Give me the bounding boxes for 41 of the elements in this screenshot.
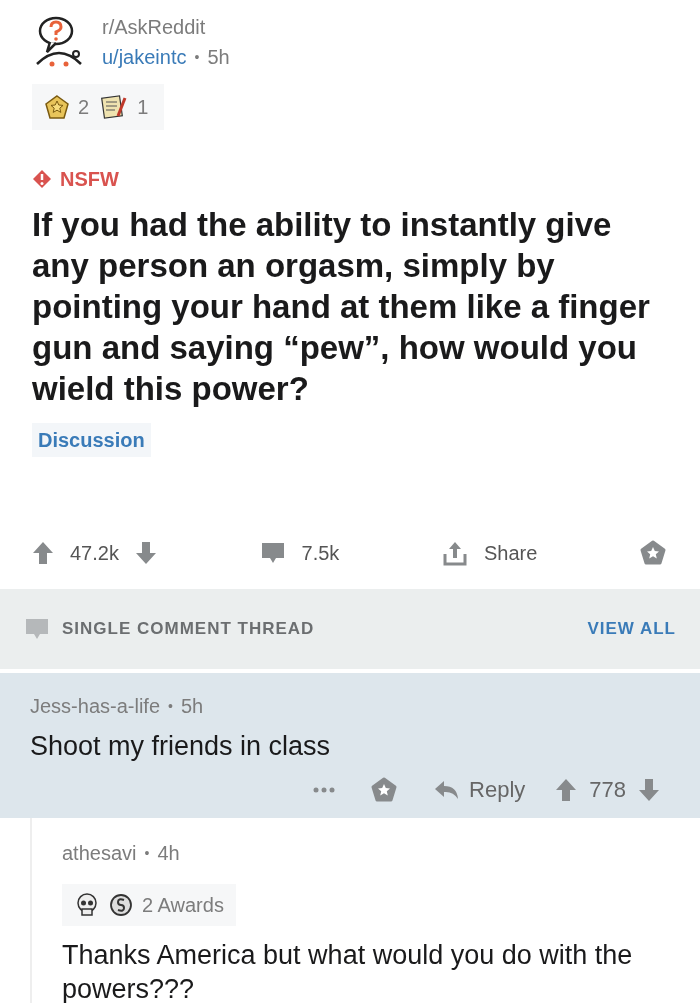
separator-dot: • xyxy=(144,843,150,863)
award-icon[interactable] xyxy=(371,776,398,803)
post-age: 4h xyxy=(157,841,180,866)
separator-dot: • xyxy=(168,696,173,716)
more-options-icon[interactable] xyxy=(313,786,336,793)
award-count: 1 xyxy=(137,95,149,120)
downvote-icon[interactable] xyxy=(134,541,157,565)
subreddit-name[interactable]: r/AskReddit xyxy=(102,12,230,42)
skull-icon xyxy=(74,892,100,918)
upvote-icon[interactable] xyxy=(555,777,578,802)
comment-score: 778 xyxy=(589,776,626,804)
upvote-icon[interactable] xyxy=(32,541,54,565)
reply-button[interactable]: Reply xyxy=(433,773,526,806)
awards-bar[interactable]: 2 1 xyxy=(32,84,165,130)
comment-text: Shoot my friends in class xyxy=(30,730,332,763)
thread-label: SINGLE COMMENT THREAD xyxy=(62,618,315,641)
comment-count: 7.5k xyxy=(301,541,340,566)
flair-tag[interactable]: Discussion xyxy=(32,423,151,457)
comment-icon[interactable] xyxy=(259,541,286,565)
username[interactable]: u/jakeintc xyxy=(102,42,187,72)
award-count: 2 xyxy=(78,95,90,120)
share-button[interactable]: Share xyxy=(442,538,538,568)
comment-text: Thanks America but what would you do with the powers??? xyxy=(62,939,634,1003)
separator-dot: • xyxy=(194,47,200,67)
username[interactable]: athesavi xyxy=(62,838,137,868)
post-age: 5h xyxy=(180,694,204,719)
comment-icon xyxy=(24,617,50,641)
nsfw-label: NSFW xyxy=(60,167,119,192)
coin-icon xyxy=(108,892,134,918)
view-all-link[interactable]: VIEW ALL xyxy=(587,616,676,642)
award-icon[interactable] xyxy=(640,540,666,566)
post-age: 5h xyxy=(207,45,230,70)
awards-count: 2 Awards xyxy=(142,893,224,918)
awards-bar[interactable]: 2 Awards xyxy=(62,884,236,926)
star-badge-icon xyxy=(44,94,70,120)
warning-icon xyxy=(32,169,52,189)
downvote-icon[interactable] xyxy=(638,777,660,802)
share-icon xyxy=(442,540,468,566)
vote-score: 47.2k xyxy=(70,541,119,566)
post-title: If you had the ability to instantly give any person an orgasm, simply by pointing your hand at them like a finger gun and saying “pew”, how would you wield this power? xyxy=(32,205,651,409)
username[interactable]: Jess-has-a-life xyxy=(30,691,161,721)
